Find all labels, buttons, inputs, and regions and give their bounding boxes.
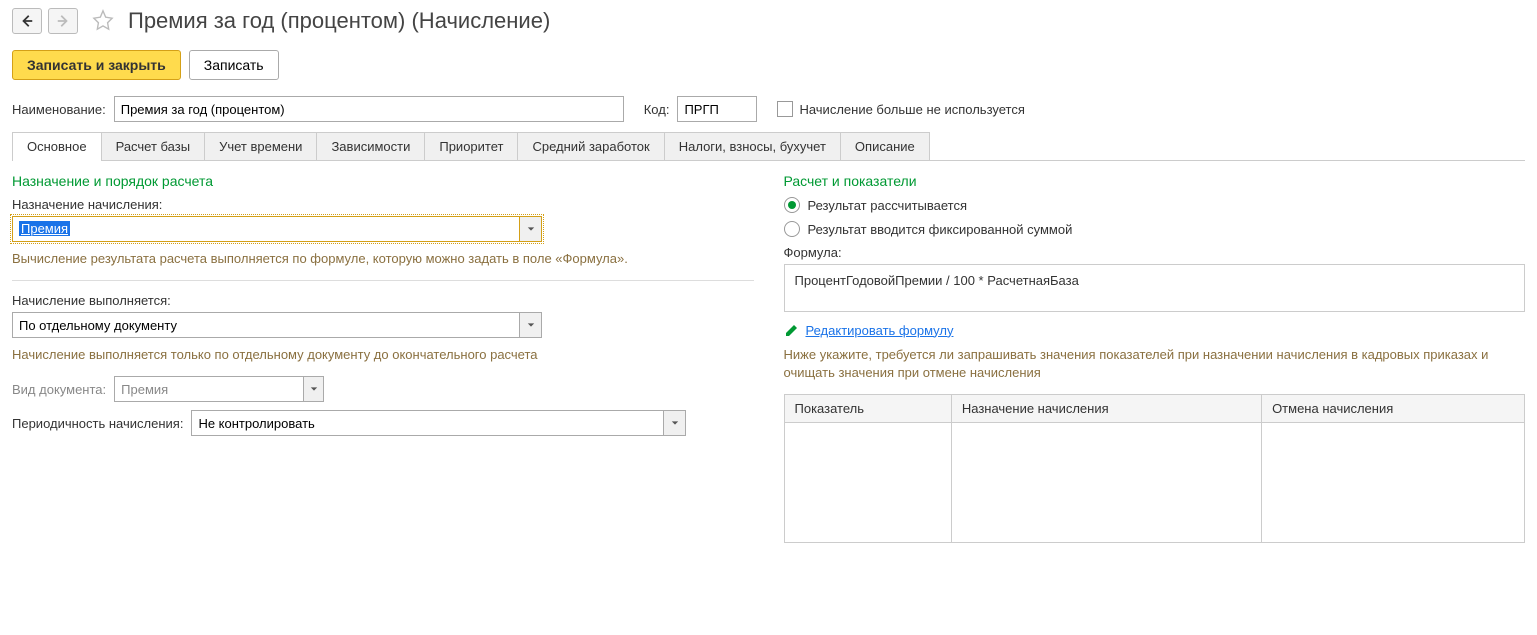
purpose-section-title: Назначение и порядок расчета (12, 173, 754, 189)
forward-button[interactable] (48, 8, 78, 34)
exec-description: Начисление выполняется только по отдельн… (12, 346, 754, 364)
formula-label: Формула: (784, 245, 1526, 260)
chevron-down-icon (310, 385, 318, 393)
tab-dependencies[interactable]: Зависимости (316, 132, 425, 160)
tab-main[interactable]: Основное (12, 132, 102, 160)
no-longer-used-label: Начисление больше не используется (799, 102, 1024, 117)
favorite-star-icon[interactable] (92, 9, 114, 34)
purpose-select[interactable]: Премия (12, 216, 520, 242)
purpose-description: Вычисление результата расчета выполняетс… (12, 250, 754, 268)
doc-type-select[interactable] (114, 376, 304, 402)
tab-description[interactable]: Описание (840, 132, 930, 160)
chevron-down-icon (671, 419, 679, 427)
calc-section-title: Расчет и показатели (784, 173, 1526, 189)
name-label: Наименование: (12, 102, 106, 117)
pencil-icon (784, 322, 800, 338)
chevron-down-icon (527, 225, 535, 233)
code-label: Код: (644, 102, 670, 117)
period-dropdown-button[interactable] (664, 410, 686, 436)
exec-dropdown-button[interactable] (520, 312, 542, 338)
th-cancel: Отмена начисления (1262, 395, 1525, 423)
arrow-right-icon (56, 14, 70, 28)
arrow-left-icon (20, 14, 34, 28)
exec-label: Начисление выполняется: (12, 293, 754, 308)
th-assign: Назначение начисления (951, 395, 1261, 423)
tab-taxes[interactable]: Налоги, взносы, бухучет (664, 132, 841, 160)
save-button[interactable]: Записать (189, 50, 279, 80)
purpose-value: Премия (19, 221, 70, 236)
purpose-dropdown-button[interactable] (520, 216, 542, 242)
tabs-bar: Основное Расчет базы Учет времени Зависи… (12, 132, 1525, 161)
table-description: Ниже укажите, требуется ли запрашивать з… (784, 346, 1526, 382)
tab-avg-salary[interactable]: Средний заработок (517, 132, 664, 160)
edit-formula-link[interactable]: Редактировать формулу (806, 323, 954, 338)
tab-base-calc[interactable]: Расчет базы (101, 132, 206, 160)
code-input[interactable] (677, 96, 757, 122)
indicators-table: Показатель Назначение начисления Отмена … (784, 394, 1526, 543)
formula-box: ПроцентГодовойПремии / 100 * РасчетнаяБа… (784, 264, 1526, 312)
save-close-button[interactable]: Записать и закрыть (12, 50, 181, 80)
exec-select[interactable] (12, 312, 520, 338)
period-label: Периодичность начисления: (12, 416, 183, 431)
tab-time[interactable]: Учет времени (204, 132, 317, 160)
doc-type-dropdown-button[interactable] (304, 376, 324, 402)
no-longer-used-checkbox[interactable] (777, 101, 793, 117)
page-title: Премия за год (процентом) (Начисление) (128, 8, 550, 34)
result-calculated-radio[interactable] (784, 197, 800, 213)
doc-type-label: Вид документа: (12, 382, 106, 397)
tab-priority[interactable]: Приоритет (424, 132, 518, 160)
result-fixed-label: Результат вводится фиксированной суммой (808, 222, 1073, 237)
table-row[interactable] (784, 423, 1525, 543)
name-input[interactable] (114, 96, 624, 122)
purpose-label: Назначение начисления: (12, 197, 754, 212)
result-calculated-label: Результат рассчитывается (808, 198, 968, 213)
back-button[interactable] (12, 8, 42, 34)
chevron-down-icon (527, 321, 535, 329)
result-fixed-radio[interactable] (784, 221, 800, 237)
period-select[interactable] (191, 410, 664, 436)
th-indicator: Показатель (784, 395, 951, 423)
